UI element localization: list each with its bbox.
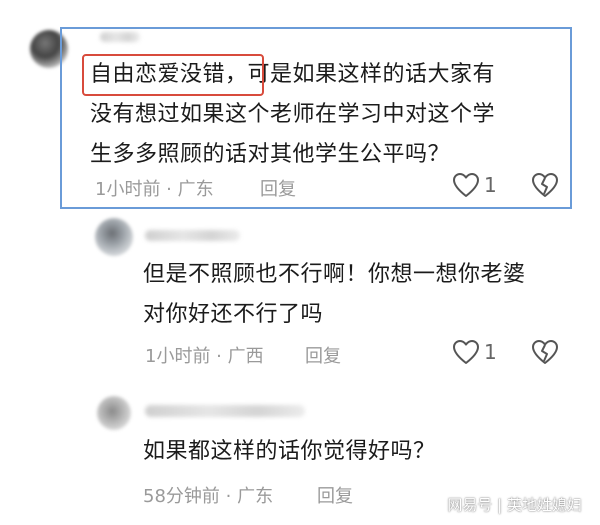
heart-outline-icon (453, 340, 479, 364)
watermark: 网易号 | 英地姓媳妇 (447, 496, 582, 514)
comment-text: 但是不照顾也不行啊！你想一想你老婆 对你好还不行了吗 (143, 262, 526, 327)
comment-time-location: 58分钟前 · 广东 (143, 486, 274, 507)
reply-button[interactable]: 回复 (317, 482, 353, 508)
like-count: 1 (484, 340, 497, 364)
reply-button[interactable]: 回复 (305, 342, 341, 368)
comment-time-location: 1小时前 · 广西 (145, 346, 264, 367)
username-blurred[interactable] (145, 405, 305, 417)
username-blurred[interactable] (145, 230, 240, 241)
comment-text: 如果都这样的话你觉得好吗？ (143, 439, 436, 464)
red-emphasis-box (82, 54, 264, 96)
broken-heart-icon (532, 340, 558, 364)
user-avatar[interactable] (97, 396, 131, 430)
dislike-button[interactable] (530, 339, 560, 369)
user-avatar[interactable] (95, 218, 133, 256)
like-button[interactable]: 1 (452, 339, 497, 365)
